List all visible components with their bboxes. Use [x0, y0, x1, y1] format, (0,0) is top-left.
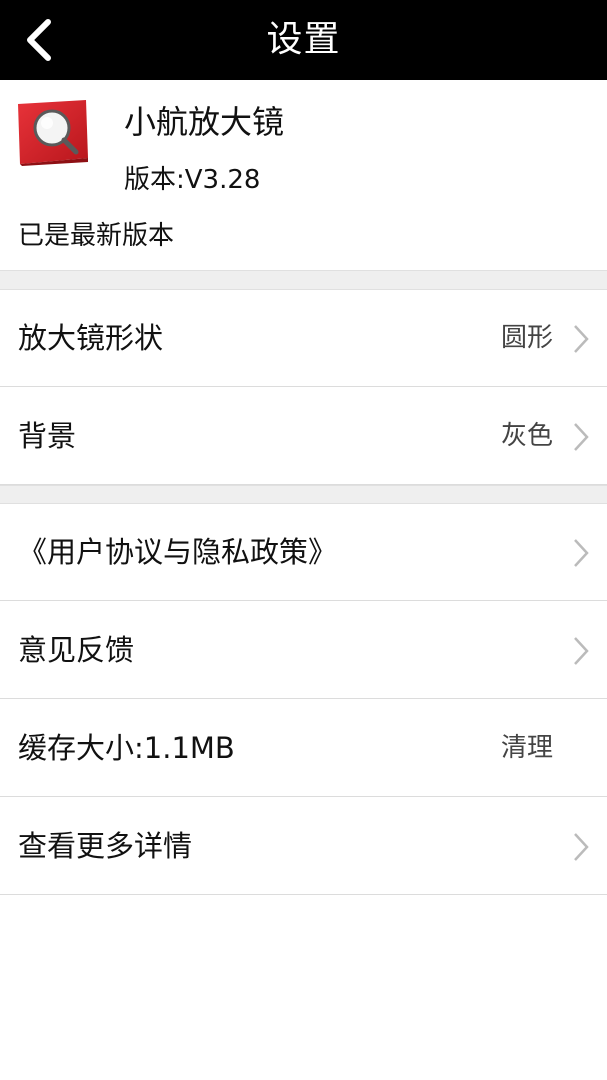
- section-divider: [0, 485, 607, 504]
- background-value: 灰色: [500, 421, 553, 451]
- magnifier-shape-value: 圆形: [500, 323, 553, 353]
- chevron-right-icon: [574, 423, 589, 451]
- update-status: 已是最新版本: [18, 221, 175, 251]
- chevron-right-icon: [574, 539, 589, 567]
- app-version: 版本:V3.28: [124, 165, 261, 195]
- section-divider: [0, 270, 607, 290]
- app-info-section: 小航放大镜 版本:V3.28 已是最新版本: [0, 80, 607, 270]
- user-agreement-label: 《用户协议与隐私政策》: [18, 535, 338, 569]
- app-name: 小航放大镜: [124, 103, 285, 141]
- chevron-right-icon: [574, 325, 589, 353]
- feedback-row[interactable]: 意见反馈: [0, 602, 607, 699]
- chevron-right-icon: [574, 833, 589, 861]
- top-bar: 设置: [0, 0, 607, 80]
- more-details-row[interactable]: 查看更多详情: [0, 798, 607, 895]
- cache-size-label: 缓存大小:1.1MB: [18, 731, 235, 765]
- clear-cache-button[interactable]: 清理: [501, 700, 553, 797]
- empty-area: [0, 895, 607, 1080]
- magnifier-shape-row[interactable]: 放大镜形状 圆形: [0, 290, 607, 387]
- page-title: 设置: [266, 19, 341, 60]
- cache-size-row: 缓存大小:1.1MB 清理: [0, 700, 607, 797]
- user-agreement-row[interactable]: 《用户协议与隐私政策》: [0, 504, 607, 601]
- background-row[interactable]: 背景 灰色: [0, 388, 607, 485]
- background-label: 背景: [18, 419, 77, 453]
- magnifier-app-icon: [16, 98, 90, 166]
- more-details-label: 查看更多详情: [18, 829, 193, 863]
- feedback-label: 意见反馈: [18, 633, 135, 667]
- magnifier-shape-label: 放大镜形状: [18, 321, 164, 355]
- chevron-right-icon: [574, 637, 589, 665]
